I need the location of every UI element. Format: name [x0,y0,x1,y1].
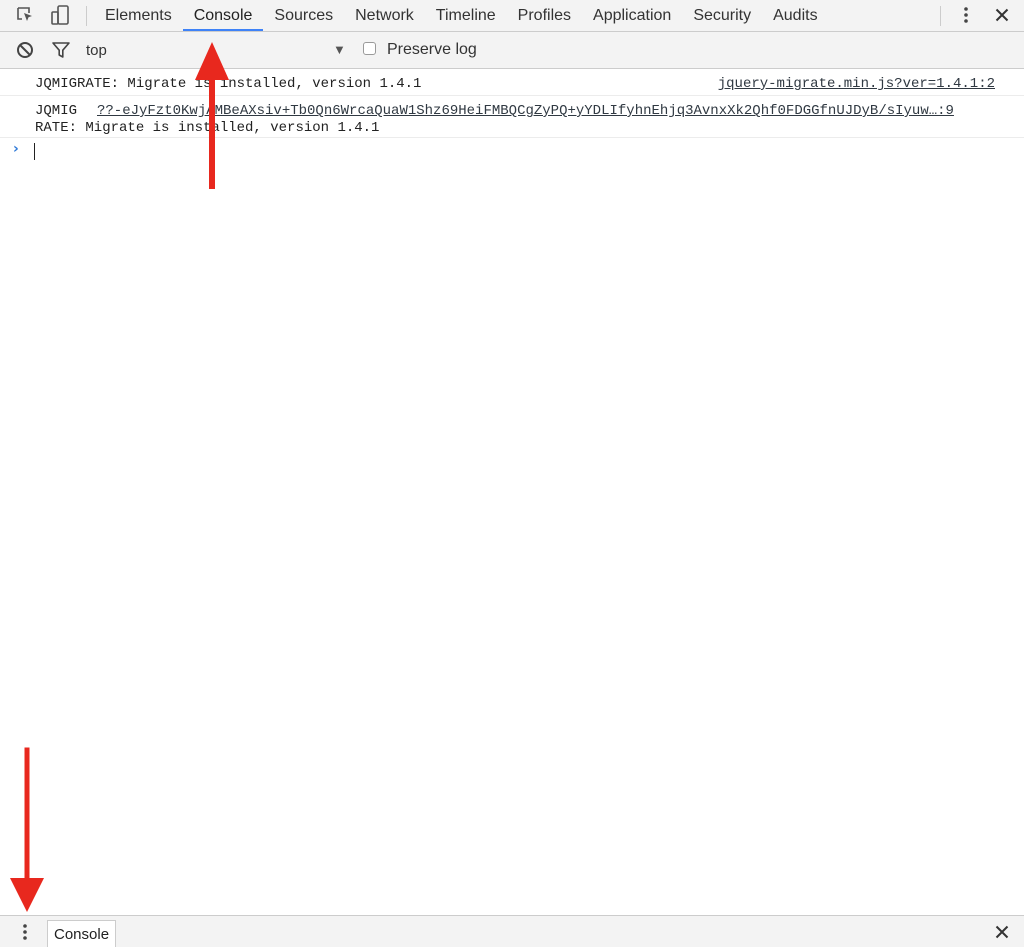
console-input-caret[interactable] [34,143,35,160]
preserve-log-checkbox[interactable] [363,42,376,55]
drawer-bar: Console [0,915,1024,947]
annotation-arrow-drawer-menu [10,747,44,912]
console-message: JQMIGRATE: Migrate is installed, version… [0,69,1024,96]
close-icon[interactable] [991,4,1013,26]
tab-timeline[interactable]: Timeline [425,0,507,31]
tab-audits[interactable]: Audits [762,0,828,31]
filter-icon[interactable] [50,39,72,61]
console-message-text: JQMIG [35,103,78,119]
drawer-close-icon[interactable] [991,921,1013,943]
execution-context-select[interactable]: top [86,42,107,59]
inspect-element-icon[interactable] [14,4,36,26]
console-toolbar: top ▼ Preserve log [0,32,1024,69]
tab-profiles[interactable]: Profiles [507,0,582,31]
console-message-text: JQMIGRATE: Migrate is installed, version… [35,76,422,92]
more-vertical-icon[interactable] [955,4,977,26]
tab-security[interactable]: Security [682,0,762,31]
console-message-source-link[interactable]: jquery-migrate.min.js?ver=1.4.1:2 [718,76,995,92]
console-message-source-link[interactable]: ??-eJyFzt0KwjAMBeAXsiv+Tb0Qn6WrcaQuaW1Sh… [97,103,994,119]
dropdown-caret-icon[interactable]: ▼ [333,42,346,57]
console-prompt-chevron-icon: › [13,141,19,157]
devtools-window: Elements Console Sources Network Timelin… [0,0,1024,947]
drawer-tab-console[interactable]: Console [47,920,117,947]
annotation-arrows [10,42,229,912]
tab-elements[interactable]: Elements [94,0,183,31]
preserve-log-label[interactable]: Preserve log [387,41,477,59]
device-mode-icon[interactable] [49,4,71,26]
drawer-more-vertical-icon[interactable] [14,921,36,943]
toolbar-divider [940,6,941,26]
tab-sources[interactable]: Sources [263,0,344,31]
tab-console[interactable]: Console [182,0,264,31]
clear-console-icon[interactable] [14,39,36,61]
console-message-text: RATE: Migrate is installed, version 1.4.… [35,120,380,136]
tab-application[interactable]: Application [582,0,682,31]
toolbar-divider [86,6,87,26]
panel-tabs: Elements Console Sources Network Timelin… [94,0,829,31]
devtools-tabbar: Elements Console Sources Network Timelin… [0,0,1024,32]
tab-network[interactable]: Network [344,0,425,31]
